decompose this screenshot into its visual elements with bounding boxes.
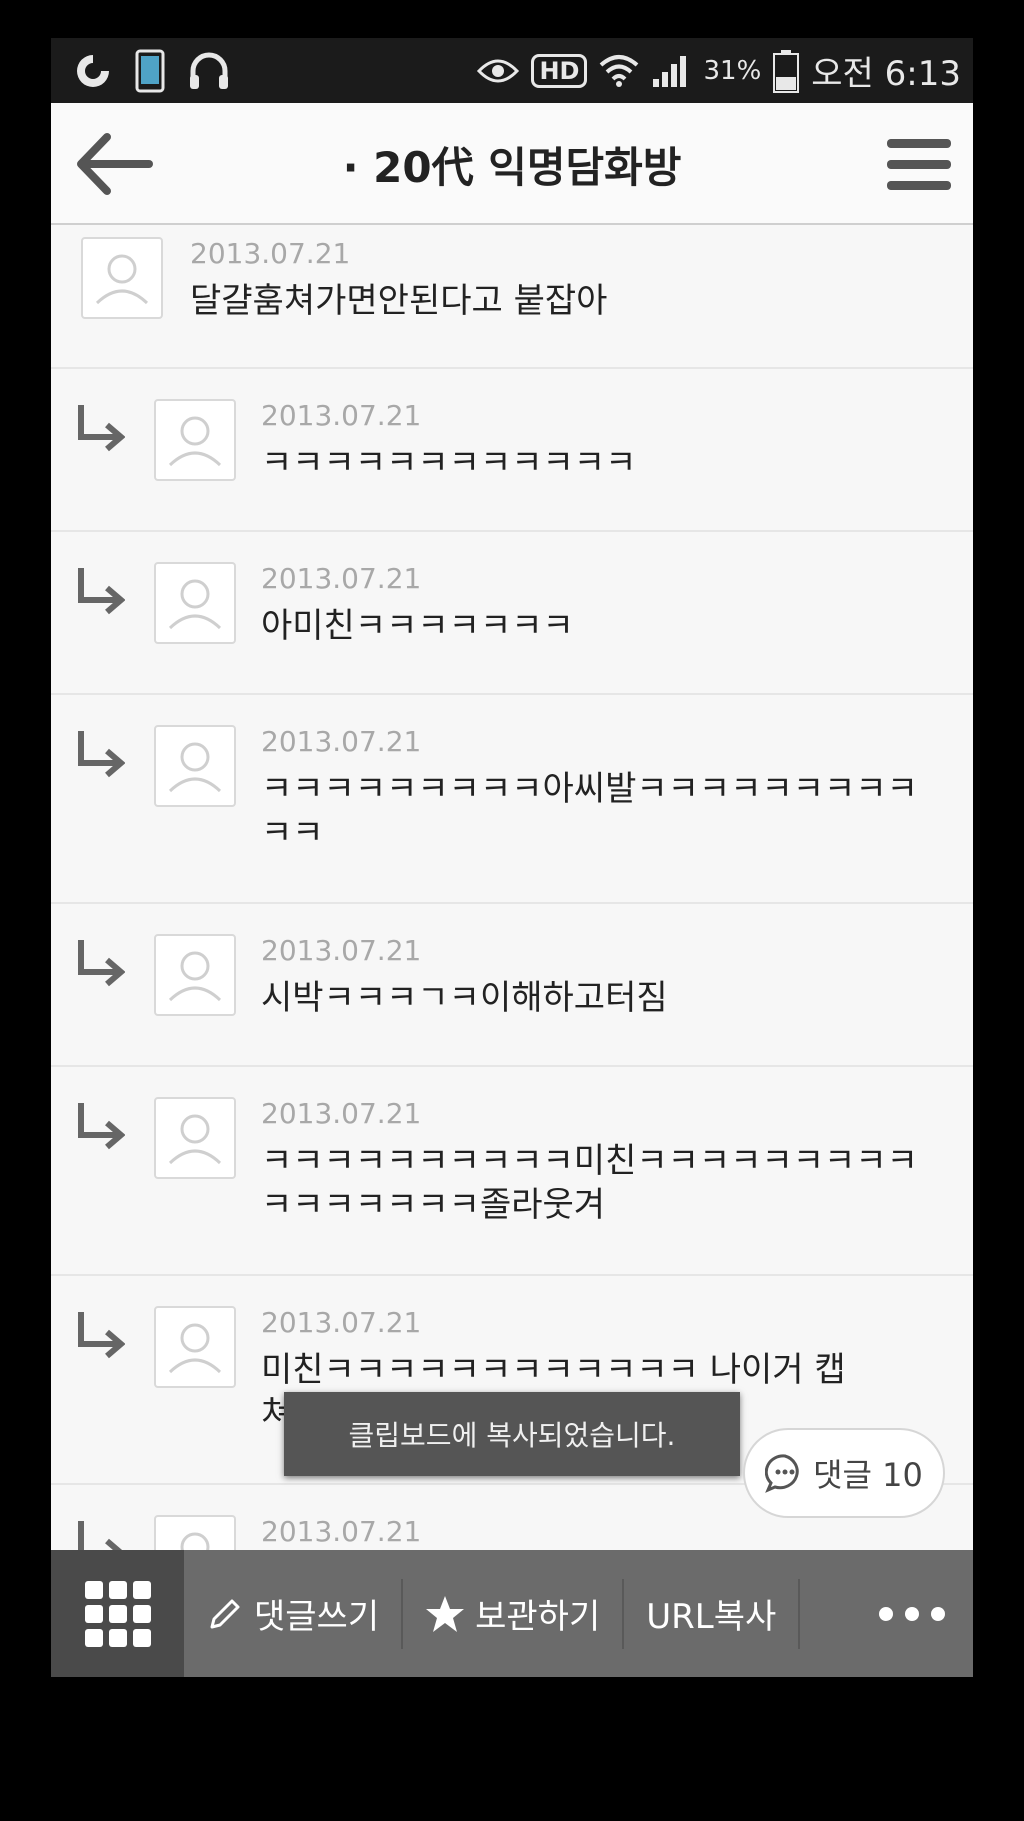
comment-date: 2013.07.21: [261, 934, 422, 967]
more-dot: [905, 1606, 919, 1621]
comment-text: ㅋㅋㅋㅋㅋㅋㅋㅋㅋㅋ미친ㅋㅋㅋㅋㅋㅋㅋㅋㅋㅋㅋㅋㅋㅋㅋㅋ졸라웃겨: [261, 1141, 918, 1225]
person-icon: [168, 1323, 222, 1374]
more-dot: [931, 1606, 945, 1621]
clipboard-toast: 클립보드에 복사되었습니다.: [284, 1392, 740, 1476]
comment-item[interactable]: 2013.07.21 달걀훔쳐가면안된다고 붙잡아: [51, 225, 973, 369]
app-header: · 20代 익명담화방: [51, 103, 973, 225]
phone-icon: [135, 49, 165, 92]
divider: [798, 1578, 801, 1649]
eye-icon: [477, 59, 520, 82]
grid-menu-button[interactable]: [51, 1550, 184, 1677]
bookmark-button[interactable]: 보관하기: [403, 1550, 622, 1677]
signal-icon: [653, 55, 687, 87]
star-icon: [426, 1595, 465, 1632]
battery-percent: 31%: [703, 55, 762, 86]
avatar: [154, 934, 236, 1016]
grid-icon: [84, 1580, 151, 1647]
avatar: [81, 237, 163, 319]
status-bar: HD 31% 오전 6:13: [51, 38, 973, 103]
speech-bubble-icon: [765, 1454, 799, 1493]
write-comment-label: 댓글쓰기: [254, 1597, 380, 1637]
comment-date: 2013.07.21: [261, 725, 422, 758]
hd-icon: HD: [531, 53, 588, 88]
wifi-icon: [600, 54, 639, 87]
person-icon: [168, 416, 222, 467]
reply-item[interactable]: 2013.07.21 아미친ㅋㅋㅋㅋㅋㅋㅋ: [51, 532, 973, 695]
reply-arrow-icon: [78, 1103, 125, 1150]
avatar: [154, 562, 236, 644]
avatar: [154, 725, 236, 807]
comment-count-label: 댓글 10: [813, 1456, 923, 1494]
avatar: [154, 1097, 236, 1179]
person-icon: [168, 951, 222, 1002]
person-icon: [168, 742, 222, 793]
more-dot: [879, 1606, 893, 1621]
sync-icon: [77, 54, 109, 87]
person-icon: [168, 579, 222, 630]
hamburger-menu-icon[interactable]: [887, 137, 951, 193]
reply-arrow-icon: [78, 1312, 125, 1359]
reply-item[interactable]: 2013.07.21 ㅋㅋㅋㅋㅋㅋㅋㅋㅋ아씨발ㅋㅋㅋㅋㅋㅋㅋㅋㅋㅋㅋ: [51, 695, 973, 904]
comment-text: ㅋㅋㅋㅋㅋㅋㅋㅋㅋㅋㅋㅋ: [261, 443, 637, 483]
copy-url-label: URL복사: [646, 1597, 777, 1637]
comment-date: 2013.07.21: [261, 1097, 422, 1130]
bookmark-label: 보관하기: [475, 1597, 601, 1637]
phone-screen: HD 31% 오전 6:13 · 20代 익명담화방 2013.07.21 달걀…: [51, 38, 973, 1677]
copy-url-button[interactable]: URL복사: [624, 1550, 798, 1677]
comment-text: ㅋㅋㅋㅋㅋㅋㅋㅋㅋ아씨발ㅋㅋㅋㅋㅋㅋㅋㅋㅋㅋㅋ: [261, 769, 918, 853]
comment-list[interactable]: 2013.07.21 달걀훔쳐가면안된다고 붙잡아 2013.07.21 ㅋㅋㅋ…: [51, 225, 973, 1587]
comment-text: 달걀훔쳐가면안된다고 붙잡아: [190, 281, 608, 321]
comment-text: 시박ㅋㅋㅋㄱㅋ이해하고터짐: [261, 978, 668, 1018]
comment-text: 아미친ㅋㅋㅋㅋㅋㅋㅋ: [261, 606, 574, 646]
person-icon: [168, 1114, 222, 1165]
reply-arrow-icon: [78, 731, 125, 778]
reply-arrow-icon: [78, 940, 125, 987]
comment-count-button[interactable]: 댓글 10: [743, 1428, 945, 1518]
pencil-icon: [210, 1599, 240, 1628]
clock: 오전 6:13: [811, 54, 961, 94]
bottom-toolbar: 댓글쓰기 보관하기 URL복사: [51, 1550, 973, 1677]
comment-date: 2013.07.21: [261, 562, 422, 595]
battery-icon: [773, 49, 800, 93]
reply-item[interactable]: 2013.07.21 ㅋㅋㅋㅋㅋㅋㅋㅋㅋㅋㅋㅋ: [51, 369, 973, 532]
comment-date: 2013.07.21: [190, 237, 351, 270]
write-comment-button[interactable]: 댓글쓰기: [184, 1550, 401, 1677]
reply-item[interactable]: 2013.07.21 시박ㅋㅋㅋㄱㅋ이해하고터짐: [51, 904, 973, 1067]
reply-arrow-icon: [78, 568, 125, 615]
comment-date: 2013.07.21: [261, 1306, 422, 1339]
avatar: [154, 399, 236, 481]
comment-date: 2013.07.21: [261, 1515, 422, 1548]
headphones-icon: [190, 52, 228, 89]
page-title: · 20代 익명담화방: [342, 142, 682, 192]
avatar: [154, 1306, 236, 1388]
person-icon: [95, 254, 149, 305]
reply-arrow-icon: [78, 405, 125, 452]
comment-date: 2013.07.21: [261, 399, 422, 432]
more-options-button[interactable]: [879, 1606, 973, 1621]
reply-item[interactable]: 2013.07.21 ㅋㅋㅋㅋㅋㅋㅋㅋㅋㅋ미친ㅋㅋㅋㅋㅋㅋㅋㅋㅋㅋㅋㅋㅋㅋㅋㅋ졸…: [51, 1067, 973, 1276]
